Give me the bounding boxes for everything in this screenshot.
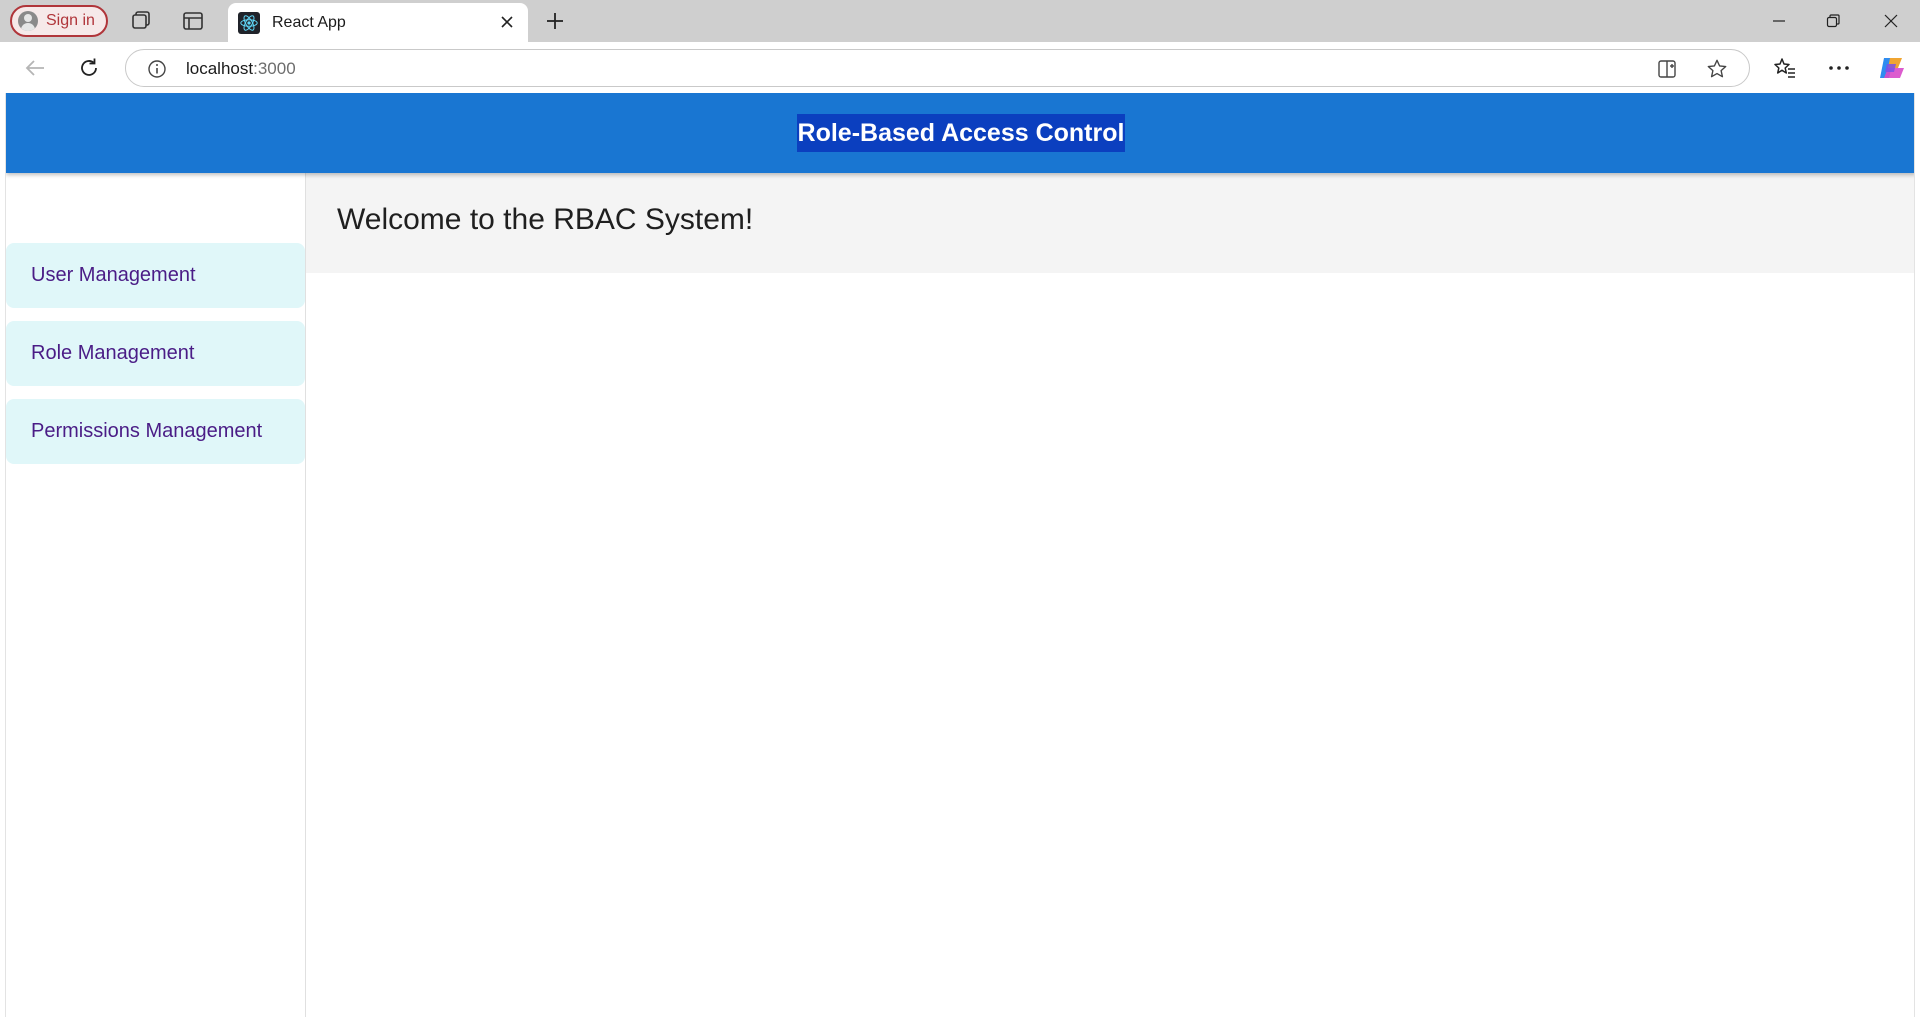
back-arrow-icon[interactable] [20,54,50,82]
sidebar: User Management Role Management Permissi… [6,173,306,1017]
copilot-icon[interactable] [1876,52,1908,84]
url-port: :3000 [253,59,296,78]
tab-title: React App [272,13,346,31]
browser-toolbar: localhost:3000 [0,42,1920,93]
more-icon[interactable] [1824,54,1854,82]
page-viewport: Role-Based Access Control User Managemen… [5,93,1915,1017]
info-icon[interactable] [146,58,168,80]
minimize-icon[interactable] [1764,8,1794,34]
main-content: Welcome to the RBAC System! [306,173,1914,1017]
restore-icon[interactable] [1818,8,1848,34]
sidebar-item-role-management[interactable]: Role Management [6,321,305,386]
window-close-icon[interactable] [1876,8,1906,34]
sign-in-label: Sign in [46,12,95,29]
url-text: localhost:3000 [186,59,296,79]
avatar-icon [18,11,38,31]
sign-in-button[interactable]: Sign in [10,5,108,37]
app-header: Role-Based Access Control [6,93,1914,173]
plus-icon[interactable] [542,8,568,34]
sidebar-item-permissions-management[interactable]: Permissions Management [6,399,305,464]
sidebar-item-user-management[interactable]: User Management [6,243,305,308]
close-icon[interactable] [496,11,518,33]
browser-tab-strip: Sign in React App [0,0,1920,42]
star-icon[interactable] [1705,57,1729,81]
refresh-icon[interactable] [74,54,104,82]
favorites-icon[interactable] [1770,54,1800,82]
address-bar[interactable]: localhost:3000 [125,49,1750,87]
workspaces-icon[interactable] [128,9,154,33]
react-logo-icon [238,11,260,34]
app-title: Role-Based Access Control [796,114,1126,152]
url-host: localhost [186,59,254,78]
tab-actions-icon[interactable] [180,9,206,33]
welcome-panel: Welcome to the RBAC System! [306,173,1914,273]
tab-react-app[interactable]: React App [228,3,528,42]
split-screen-icon[interactable] [1655,58,1679,80]
page-title: Welcome to the RBAC System! [337,203,754,236]
